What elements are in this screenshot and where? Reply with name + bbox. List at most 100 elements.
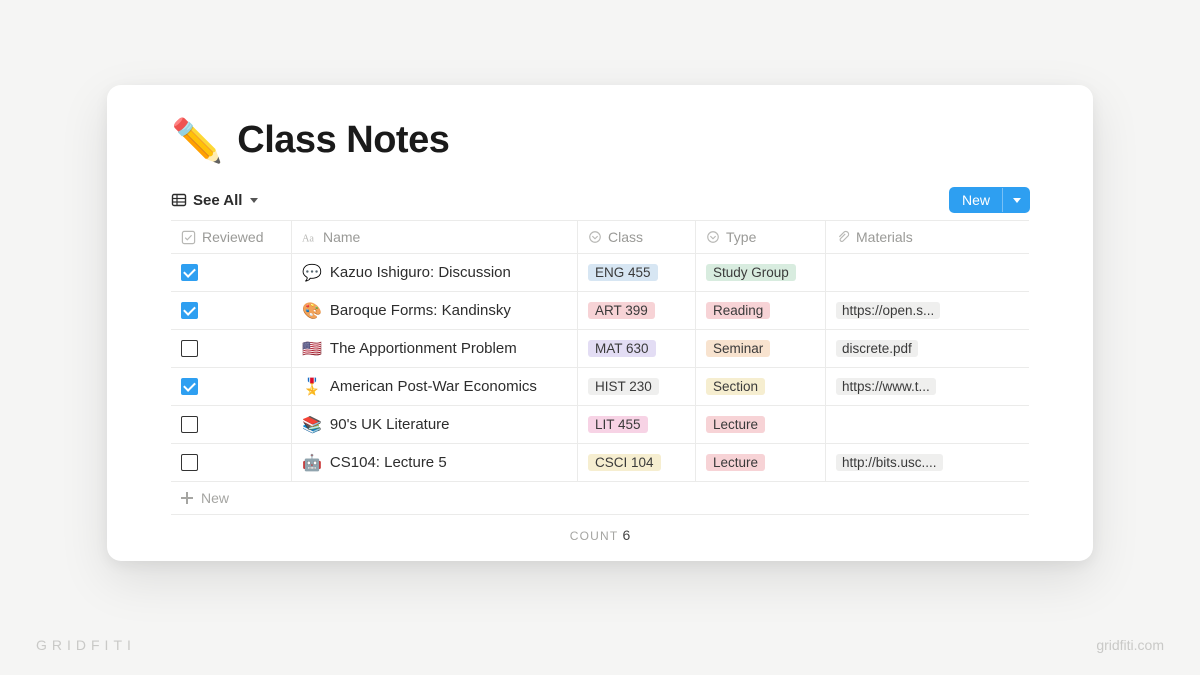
class-tag: ENG 455: [588, 264, 658, 281]
checkbox-header-icon: [181, 230, 196, 245]
cell-type[interactable]: Section: [695, 368, 825, 405]
footer-url: gridfiti.com: [1096, 637, 1164, 653]
table-row[interactable]: 📚 90's UK Literature LIT 455 Lecture: [171, 406, 1029, 444]
cell-reviewed: [171, 406, 291, 443]
row-name: Kazuo Ishiguro: Discussion: [330, 264, 511, 281]
reviewed-checkbox[interactable]: [181, 302, 198, 319]
reviewed-checkbox[interactable]: [181, 454, 198, 471]
type-tag: Seminar: [706, 340, 770, 357]
col-name[interactable]: Aa Name: [291, 220, 577, 253]
material-chip[interactable]: https://www.t...: [836, 378, 936, 395]
row-name: 90's UK Literature: [330, 416, 450, 433]
row-name: American Post-War Economics: [330, 378, 537, 395]
col-class[interactable]: Class: [577, 220, 695, 253]
page-title-row: ✏️ Class Notes: [107, 119, 1093, 188]
table-header: Reviewed Aa Name Class Type: [171, 220, 1029, 254]
cell-class[interactable]: ENG 455: [577, 254, 695, 291]
add-row[interactable]: New: [171, 482, 1029, 515]
class-tag: ART 399: [588, 302, 655, 319]
cell-name[interactable]: 🎖️ American Post-War Economics: [291, 368, 577, 405]
cell-name[interactable]: 💬 Kazuo Ishiguro: Discussion: [291, 254, 577, 291]
type-tag: Study Group: [706, 264, 796, 281]
count-label: COUNT: [570, 529, 619, 543]
class-tag: LIT 455: [588, 416, 648, 433]
material-chip[interactable]: http://bits.usc....: [836, 454, 943, 471]
cell-type[interactable]: Reading: [695, 292, 825, 329]
row-emoji: 📚: [302, 415, 322, 435]
table-body: 💬 Kazuo Ishiguro: Discussion ENG 455 Study …: [171, 254, 1029, 482]
reviewed-checkbox[interactable]: [181, 340, 198, 357]
chevron-down-icon: [250, 198, 258, 203]
table-icon: [171, 192, 187, 208]
cell-name[interactable]: 🎨 Baroque Forms: Kandinsky: [291, 292, 577, 329]
chevron-down-icon: [1013, 198, 1021, 203]
new-button[interactable]: New: [950, 188, 1002, 212]
new-button-dropdown[interactable]: [1002, 188, 1029, 212]
cell-reviewed: [171, 292, 291, 329]
row-emoji: 🎨: [302, 301, 322, 321]
type-tag: Reading: [706, 302, 770, 319]
table-row[interactable]: 🇺🇸 The Apportionment Problem MAT 630 Semina…: [171, 330, 1029, 368]
row-name: Baroque Forms: Kandinsky: [330, 302, 511, 319]
add-row-label: New: [201, 490, 229, 506]
col-materials[interactable]: Materials: [825, 220, 1029, 253]
type-tag: Section: [706, 378, 765, 395]
page-title: Class Notes: [237, 119, 449, 162]
cell-class[interactable]: LIT 455: [577, 406, 695, 443]
type-tag: Lecture: [706, 416, 765, 433]
row-emoji: 🎖️: [302, 377, 322, 397]
row-name: The Apportionment Problem: [330, 340, 517, 357]
cell-materials[interactable]: [825, 254, 1029, 291]
material-chip[interactable]: discrete.pdf: [836, 340, 918, 357]
view-switcher[interactable]: See All: [171, 192, 258, 209]
col-type[interactable]: Type: [695, 220, 825, 253]
cell-type[interactable]: Study Group: [695, 254, 825, 291]
cell-class[interactable]: ART 399: [577, 292, 695, 329]
row-name: CS104: Lecture 5: [330, 454, 447, 471]
cell-materials[interactable]: [825, 406, 1029, 443]
row-emoji: 🇺🇸: [302, 339, 322, 359]
cell-name[interactable]: 🇺🇸 The Apportionment Problem: [291, 330, 577, 367]
page-card: ✏️ Class Notes See All New: [107, 85, 1093, 561]
cell-class[interactable]: MAT 630: [577, 330, 695, 367]
count-row: COUNT6: [107, 515, 1093, 543]
col-reviewed[interactable]: Reviewed: [171, 220, 291, 253]
new-button-group: New: [950, 188, 1029, 212]
reviewed-checkbox[interactable]: [181, 378, 198, 395]
notes-table: Reviewed Aa Name Class Type: [171, 220, 1029, 482]
toolbar: See All New: [107, 188, 1093, 220]
plus-icon: [181, 492, 193, 504]
count-value: 6: [622, 527, 630, 543]
class-tag: MAT 630: [588, 340, 656, 357]
cell-materials[interactable]: https://www.t...: [825, 368, 1029, 405]
cell-materials[interactable]: https://open.s...: [825, 292, 1029, 329]
cell-reviewed: [171, 444, 291, 481]
class-tag: CSCI 104: [588, 454, 661, 471]
type-tag: Lecture: [706, 454, 765, 471]
select-icon: [588, 230, 602, 244]
row-emoji: 💬: [302, 263, 322, 283]
cell-type[interactable]: Lecture: [695, 444, 825, 481]
text-icon: Aa: [302, 230, 317, 245]
cell-materials[interactable]: http://bits.usc....: [825, 444, 1029, 481]
reviewed-checkbox[interactable]: [181, 264, 198, 281]
table-row[interactable]: 🎨 Baroque Forms: Kandinsky ART 399 Reading h…: [171, 292, 1029, 330]
table-row[interactable]: 💬 Kazuo Ishiguro: Discussion ENG 455 Study …: [171, 254, 1029, 292]
table-row[interactable]: 🎖️ American Post-War Economics HIST 230 Sec…: [171, 368, 1029, 406]
attachment-icon: [836, 230, 850, 244]
view-label: See All: [193, 192, 242, 209]
cell-class[interactable]: HIST 230: [577, 368, 695, 405]
page-emoji: ✏️: [171, 120, 223, 162]
cell-type[interactable]: Lecture: [695, 406, 825, 443]
cell-reviewed: [171, 254, 291, 291]
cell-name[interactable]: 🤖 CS104: Lecture 5: [291, 444, 577, 481]
cell-materials[interactable]: discrete.pdf: [825, 330, 1029, 367]
cell-reviewed: [171, 330, 291, 367]
cell-type[interactable]: Seminar: [695, 330, 825, 367]
row-emoji: 🤖: [302, 453, 322, 473]
table-row[interactable]: 🤖 CS104: Lecture 5 CSCI 104 Lecture http://b…: [171, 444, 1029, 482]
cell-name[interactable]: 📚 90's UK Literature: [291, 406, 577, 443]
material-chip[interactable]: https://open.s...: [836, 302, 940, 319]
cell-class[interactable]: CSCI 104: [577, 444, 695, 481]
reviewed-checkbox[interactable]: [181, 416, 198, 433]
